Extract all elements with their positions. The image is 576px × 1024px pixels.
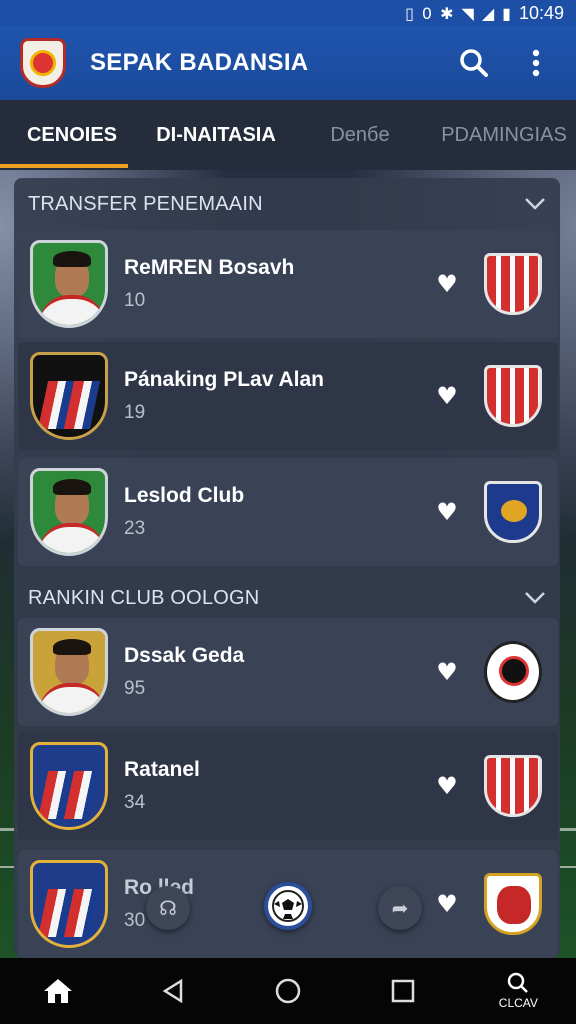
nav-search-button[interactable]: CLCAV: [478, 958, 558, 1024]
player-crest: [30, 468, 108, 556]
item-number: 95: [124, 678, 146, 699]
club-crest: [484, 253, 542, 315]
soccer-ball-icon: [272, 890, 304, 922]
tab-pdamingias[interactable]: PDAMINGIAS: [432, 100, 576, 170]
item-number: 34: [124, 792, 146, 813]
heart-icon[interactable]: ♥: [430, 498, 464, 526]
section-title: RANKIN CLUB OOLOGN: [28, 586, 260, 609]
list-item[interactable]: Leslod Club 23 ♥: [18, 458, 558, 566]
item-name: ReMREN Bosavh: [124, 256, 295, 279]
club-crest: [484, 481, 542, 543]
club-crest-left: [30, 860, 108, 948]
home-circle-button[interactable]: [248, 958, 328, 1024]
list-item[interactable]: Dssak Geda 95 ♥: [18, 618, 558, 726]
heart-icon[interactable]: ♥: [430, 890, 464, 918]
app-logo: [20, 38, 66, 88]
item-number: 19: [124, 402, 146, 423]
club-crest: [484, 755, 542, 817]
ball-button[interactable]: [264, 882, 312, 930]
bluetooth-icon: ✱: [440, 3, 454, 23]
back-button[interactable]: [133, 958, 213, 1024]
player-crest: [30, 628, 108, 716]
back-triangle-icon: [162, 978, 183, 1004]
list-item[interactable]: ReMREN Bosavh 10 ♥: [18, 230, 558, 338]
heart-icon[interactable]: ♥: [430, 658, 464, 686]
item-name: Pánaking PLav Alan: [124, 368, 324, 391]
tab-di-naitasia[interactable]: DI-NAITASIA: [144, 100, 288, 170]
section-header-transfer[interactable]: TRANSFER PENEMAAIN: [14, 178, 560, 230]
status-bar: ▯ 0 ✱ ◥ ◢ ▮ 10:49: [0, 0, 576, 26]
item-number: 10: [124, 290, 146, 311]
vibrate-icon: 0: [421, 3, 433, 23]
club-crest: [484, 641, 542, 703]
nfc-icon: ▯: [405, 3, 414, 23]
home-button[interactable]: [18, 958, 98, 1024]
wifi-icon: ◥: [461, 3, 474, 23]
heart-icon[interactable]: ♥: [430, 382, 464, 410]
item-name: Dssak Geda: [124, 644, 245, 667]
whistle-icon: ☊: [159, 897, 177, 920]
app-bar: SEPAK BADANSIA: [0, 26, 576, 100]
chevron-down-icon: [525, 592, 545, 604]
home-circle-icon: [275, 978, 301, 1004]
share-button[interactable]: ➦: [378, 886, 422, 930]
club-crest: [484, 365, 542, 427]
signal-icon: ◢: [481, 3, 495, 23]
tab-denbe[interactable]: Denбe: [288, 100, 432, 170]
list-item[interactable]: Ratanel 34 ♥: [18, 732, 558, 840]
search-icon: [460, 49, 488, 77]
search-icon: [508, 972, 529, 993]
club-crest-left: [30, 742, 108, 830]
home-icon: [43, 979, 72, 1003]
player-crest: [30, 240, 108, 328]
section-title: TRANSFER PENEMAAIN: [28, 192, 263, 215]
club-crest: [484, 873, 542, 935]
list-item[interactable]: Pánaking PLav Alan 19 ♥: [18, 342, 558, 450]
search-button[interactable]: [454, 43, 494, 83]
tab-bar: CENOIES DI-NAITASIA Denбe PDAMINGIAS: [0, 100, 576, 170]
share-arrow-icon: ➦: [391, 897, 409, 920]
tab-cenoies[interactable]: CENOIES: [0, 100, 144, 170]
more-options-button[interactable]: [516, 43, 556, 83]
system-nav-bar: CLCAV: [0, 958, 576, 1024]
recents-button[interactable]: [363, 958, 443, 1024]
club-crest-left: [30, 352, 108, 440]
more-vert-icon: [532, 49, 540, 77]
heart-icon[interactable]: ♥: [430, 270, 464, 298]
item-name: Leslod Club: [124, 484, 245, 507]
heart-icon[interactable]: ♥: [430, 772, 464, 800]
nav-search-label: CLCAV: [498, 996, 538, 1010]
recents-square-icon: [391, 979, 415, 1003]
item-number: 23: [124, 518, 146, 539]
battery-icon: ▮: [502, 3, 511, 23]
section-header-ranking[interactable]: RANKIN CLUB OOLOGN: [14, 572, 560, 624]
status-time: 10:49: [518, 2, 564, 23]
chevron-down-icon: [525, 198, 545, 210]
app-title: SEPAK BADANSIA: [90, 49, 309, 76]
scout-button[interactable]: ☊: [146, 886, 190, 930]
item-name: Ratanel: [124, 758, 200, 781]
